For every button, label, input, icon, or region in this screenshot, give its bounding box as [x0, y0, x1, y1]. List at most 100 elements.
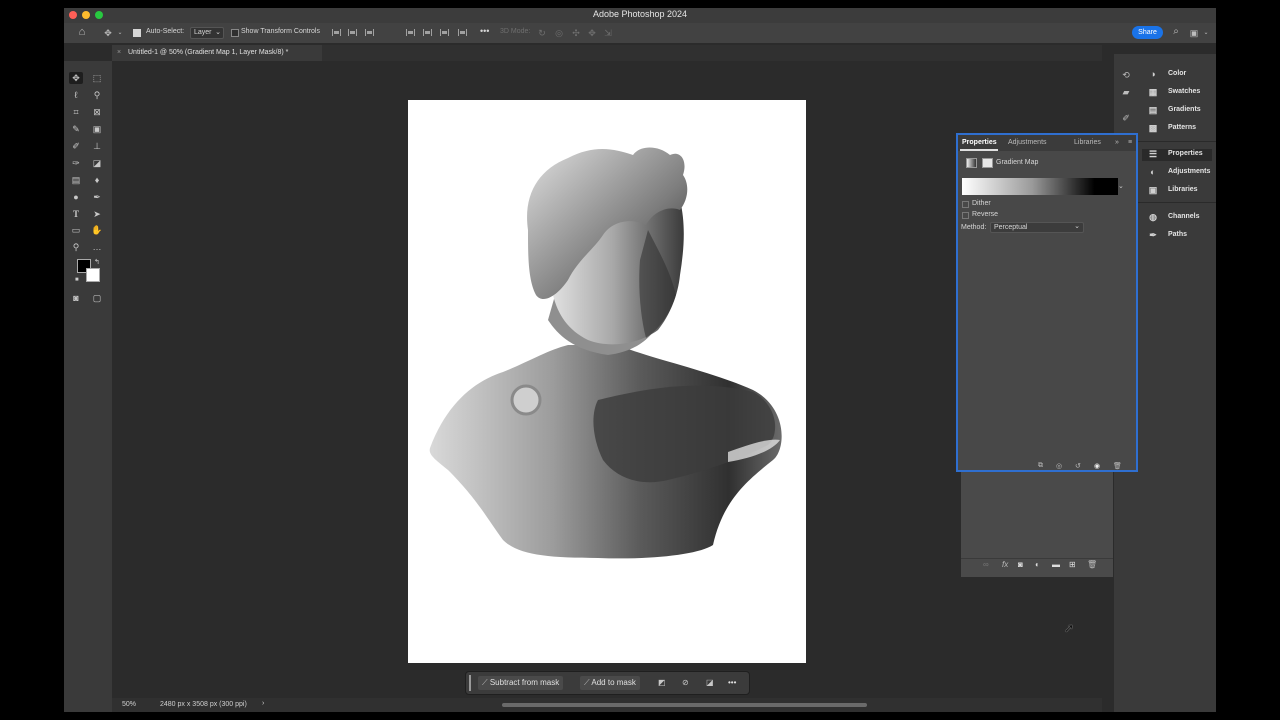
visibility-icon[interactable]: ◉ — [1094, 462, 1100, 470]
reset-icon[interactable]: ↺ — [1075, 462, 1081, 470]
panel-item-properties[interactable]: ☰ Properties — [1142, 149, 1212, 161]
move-tool-icon[interactable]: ✥ — [69, 72, 83, 84]
swap-colors-icon[interactable]: ↰ — [94, 258, 100, 266]
lasso-tool-icon[interactable]: ℓ — [69, 89, 83, 101]
document-tab[interactable]: × Untitled-1 @ 50% (Gradient Map 1, Laye… — [112, 45, 322, 61]
align-left-icon[interactable] — [332, 29, 341, 36]
subtract-from-mask-button[interactable]: ⟋ Subtract from mask — [478, 676, 564, 690]
history-icon[interactable]: ⟲ — [1120, 70, 1132, 80]
mask-icon[interactable] — [982, 158, 993, 168]
hand-tool-icon[interactable]: ✋ — [90, 224, 104, 236]
horizontal-scrollbar[interactable] — [502, 703, 867, 707]
clone-stamp-tool-icon[interactable]: ⊥ — [90, 140, 104, 152]
delete-icon[interactable]: 🗑 — [1113, 462, 1122, 470]
document-tab-title: Untitled-1 @ 50% (Gradient Map 1, Layer … — [128, 49, 289, 56]
drag-handle[interactable] — [469, 675, 471, 691]
link-layers-icon[interactable]: ∞ — [983, 560, 989, 569]
tool-preset-chevron-icon[interactable]: ⌄ — [117, 28, 123, 38]
chevron-down-icon: ⌄ — [215, 29, 221, 36]
align-top-icon[interactable] — [406, 29, 415, 36]
path-selection-tool-icon[interactable]: ➤ — [90, 208, 104, 220]
contextual-task-bar: ⟋ Subtract from mask ⟋ Add to mask ◩ ⊘ ◪… — [465, 671, 750, 695]
zoom-level[interactable]: 50% — [122, 701, 136, 708]
document-canvas[interactable] — [408, 100, 806, 663]
reverse-checkbox[interactable] — [962, 212, 969, 219]
add-to-mask-label: Add to mask — [591, 678, 636, 687]
distribute-icon[interactable] — [458, 29, 467, 36]
channels-icon: ◍ — [1149, 212, 1157, 222]
pen-tool-icon[interactable]: ✒ — [90, 191, 104, 203]
show-transform-checkbox[interactable] — [231, 29, 239, 37]
options-bar: ⌂ ✥ ⌄ Auto-Select: Layer ⌄ Show Transfor… — [64, 23, 1216, 43]
brush-settings-icon[interactable]: ✐ — [1120, 113, 1132, 123]
default-colors-icon[interactable]: ■ — [75, 277, 79, 283]
more-options-button[interactable]: ••• — [724, 676, 740, 690]
workspace-chevron-icon[interactable]: ⌄ — [1202, 28, 1210, 38]
fx-icon[interactable]: fx — [1002, 560, 1008, 569]
move-tool-icon[interactable]: ✥ — [102, 28, 114, 38]
tab-adjustments[interactable]: Adjustments — [1008, 139, 1047, 146]
collapse-panel-icon[interactable]: » — [1115, 139, 1119, 146]
align-middle-icon[interactable] — [423, 29, 432, 36]
toolbar: ✥ ⬚ ℓ ⚲ ⌗ ⊠ ✎ ▣ ✐ ⊥ ✑ ◪ ▤ ♦ ● ✒ T ➤ ▭ ✋ … — [64, 61, 112, 712]
frame-tool-icon[interactable]: ⊠ — [90, 106, 104, 118]
invert-mask-icon[interactable]: ◩ — [654, 676, 670, 690]
home-icon[interactable]: ⌂ — [76, 27, 88, 38]
dodge-tool-icon[interactable]: ● — [69, 191, 83, 203]
tab-properties[interactable]: Properties — [962, 139, 997, 146]
apply-mask-icon[interactable]: ◪ — [702, 676, 718, 690]
eraser-tool-icon[interactable]: ◪ — [90, 157, 104, 169]
eyedropper-tool-icon[interactable]: ✎ — [69, 123, 83, 135]
quick-mask-icon[interactable]: ◙ — [69, 292, 83, 304]
auto-select-value: Layer — [194, 29, 212, 36]
add-mask-icon[interactable]: ◙ — [1018, 560, 1023, 569]
workspace-icon[interactable]: ▣ — [1188, 28, 1200, 38]
share-button[interactable]: Share — [1132, 26, 1163, 39]
show-transform-label: Show Transform Controls — [241, 28, 320, 35]
more-options-button[interactable]: ••• — [480, 26, 489, 36]
rectangle-tool-icon[interactable]: ▭ — [69, 224, 83, 236]
status-menu-arrow[interactable]: › — [262, 700, 264, 707]
align-right-icon[interactable] — [365, 29, 374, 36]
gradient-preview[interactable] — [962, 178, 1118, 195]
align-center-icon[interactable] — [348, 29, 357, 36]
background-color-swatch[interactable] — [86, 268, 100, 282]
marquee-tool-icon[interactable]: ⬚ — [90, 72, 104, 84]
chevron-down-icon[interactable]: ⌄ — [1118, 182, 1124, 190]
3d-drag-icon: ✣ — [572, 28, 580, 38]
auto-select-checkbox[interactable] — [133, 29, 141, 37]
auto-select-label: Auto-Select: — [146, 28, 185, 35]
comments-icon[interactable]: ▰ — [1120, 87, 1132, 97]
blur-tool-icon[interactable]: ♦ — [90, 174, 104, 186]
screen-mode-icon[interactable]: ▢ — [90, 292, 104, 304]
brush-tool-icon[interactable]: ✐ — [69, 140, 83, 152]
new-layer-icon[interactable]: ⊞ — [1069, 560, 1076, 569]
tab-libraries[interactable]: Libraries — [1074, 139, 1101, 146]
divider — [1138, 141, 1216, 142]
close-tab-icon[interactable]: × — [117, 45, 121, 61]
adjustment-layer-icon[interactable]: ◐ — [1035, 560, 1040, 569]
window-title: Adobe Photoshop 2024 — [592, 9, 688, 19]
search-icon[interactable]: ⌕ — [1170, 27, 1182, 37]
history-brush-tool-icon[interactable]: ✑ — [69, 157, 83, 169]
object-select-tool-icon[interactable]: ⚲ — [90, 89, 104, 101]
disable-mask-icon[interactable]: ⊘ — [678, 676, 693, 690]
zoom-tool-icon[interactable]: ⚲ — [69, 241, 83, 253]
more-tools-icon[interactable]: … — [90, 241, 104, 253]
method-dropdown[interactable]: Perceptual ⌄ — [990, 222, 1084, 233]
align-bottom-icon[interactable] — [440, 29, 449, 36]
gradient-tool-icon[interactable]: ▤ — [69, 174, 83, 186]
auto-select-dropdown[interactable]: Layer ⌄ — [190, 27, 224, 39]
dither-checkbox[interactable] — [962, 201, 969, 208]
properties-panel: Properties Adjustments Libraries » ≡ Gra… — [956, 133, 1138, 472]
add-to-mask-button[interactable]: ⟋ Add to mask — [580, 676, 640, 690]
method-label: Method: — [961, 224, 987, 231]
healing-brush-tool-icon[interactable]: ▣ — [90, 123, 104, 135]
type-tool-icon[interactable]: T — [69, 208, 83, 220]
delete-layer-icon[interactable]: 🗑 — [1087, 560, 1097, 569]
panel-menu-icon[interactable]: ≡ — [1128, 139, 1132, 146]
group-folder-icon[interactable]: ▬ — [1052, 560, 1060, 569]
clip-to-layer-icon[interactable]: ⧉ — [1038, 462, 1043, 470]
crop-tool-icon[interactable]: ⌗ — [69, 106, 83, 118]
view-previous-icon[interactable]: ◎ — [1056, 462, 1062, 470]
